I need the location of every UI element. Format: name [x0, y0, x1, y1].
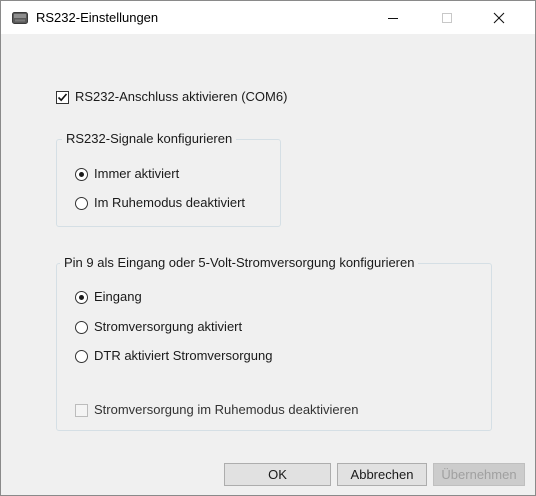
window-title: RS232-Einstellungen [36, 10, 159, 25]
close-icon [493, 12, 505, 24]
radio-power-enabled[interactable] [75, 321, 88, 334]
radio-sleep-disabled-label: Im Ruhemodus deaktiviert [94, 195, 246, 210]
title-bar[interactable]: RS232-Einstellungen [1, 1, 535, 34]
maximize-icon [442, 13, 452, 23]
sleep-power-checkbox[interactable] [75, 404, 88, 417]
serial-port-device-icon [12, 11, 28, 25]
radio-sleep-disabled[interactable] [75, 197, 88, 210]
close-button[interactable] [477, 1, 523, 34]
apply-button[interactable]: Übernehmen [433, 463, 525, 486]
radio-input[interactable] [75, 291, 88, 304]
minimize-icon [388, 18, 398, 19]
radio-dtr-power-label: DTR aktiviert Stromversorgung [94, 348, 273, 363]
minimize-button[interactable] [371, 1, 417, 34]
signals-groupbox: RS232-Signale konfigurieren [56, 131, 281, 227]
cancel-button[interactable]: Abbrechen [337, 463, 427, 486]
maximize-button[interactable] [425, 1, 471, 34]
enable-port-checkbox[interactable] [56, 91, 69, 104]
radio-input-label: Eingang [94, 289, 142, 304]
radio-always-enabled-label: Immer aktiviert [94, 166, 180, 181]
signals-group-title: RS232-Signale konfigurieren [62, 131, 237, 146]
dialog-window: RS232-Einstellungen RS232-Anschluss akti… [0, 0, 536, 496]
radio-power-enabled-label: Stromversorgung aktiviert [94, 319, 243, 334]
radio-always-enabled[interactable] [75, 168, 88, 181]
radio-selected-dot [79, 172, 84, 177]
enable-port-label: RS232-Anschluss aktivieren (COM6) [75, 89, 288, 104]
radio-selected-dot [79, 295, 84, 300]
radio-dtr-power[interactable] [75, 350, 88, 363]
sleep-power-label: Stromversorgung im Ruhemodus deaktiviere… [94, 402, 359, 417]
ok-button[interactable]: OK [224, 463, 331, 486]
pin9-group-title: Pin 9 als Eingang oder 5-Volt-Stromverso… [60, 255, 419, 270]
checkmark-icon [57, 93, 68, 102]
